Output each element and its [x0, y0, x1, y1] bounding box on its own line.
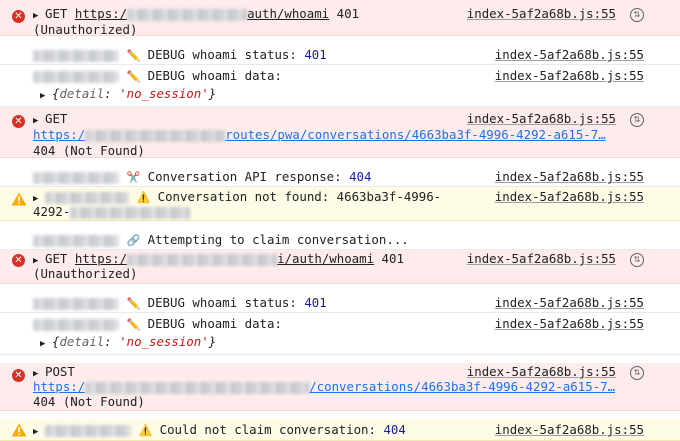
redacted-text — [33, 297, 119, 310]
console-entry-warning[interactable]: ▶ ⚠️ Conversation not found: 4663ba3f-49… — [0, 187, 680, 221]
redacted-text — [127, 8, 248, 21]
request-url[interactable]: https:/i/auth/whoami — [75, 251, 374, 266]
console-log: ✕ ▶ GET https:/auth/whoami 401 (Unauthori… — [0, 0, 680, 441]
error-circle-icon: ✕ — [12, 369, 25, 382]
status-text: (Unauthorized) — [33, 22, 138, 37]
console-entry-error[interactable]: ✕ ▶ POST https://conversations/4663ba3f-4… — [0, 363, 680, 411]
console-entry-log[interactable]: ✏️ DEBUG whoami status: 401 index-5af2a6… — [0, 44, 680, 65]
source-link[interactable]: index-5af2a68b.js:55 — [467, 251, 616, 267]
redacted-text — [127, 253, 278, 266]
status-text: 404 (Not Found) — [33, 394, 145, 409]
error-circle-icon: ✕ — [12, 10, 25, 23]
object-preview[interactable]: ▶ {detail: 'no_session'} — [40, 86, 216, 104]
console-entry-error[interactable]: ✕ ▶ GET https:/auth/whoami 401 (Unauthori… — [0, 0, 680, 37]
source-link[interactable]: index-5af2a68b.js:55 — [495, 169, 644, 185]
source-link[interactable]: index-5af2a68b.js:55 — [495, 295, 644, 311]
request-url[interactable]: https:/auth/whoami — [75, 6, 329, 21]
request-url[interactable]: https:/routes/pwa/conversations/4663ba3f… — [33, 127, 606, 142]
warning-triangle-icon — [11, 192, 27, 206]
status-text: (Unauthorized) — [33, 266, 138, 281]
pencil-icon: ✏️ — [126, 318, 141, 331]
console-entry-log[interactable]: ✏️ DEBUG whoami data: ▶ {detail: 'no_sess… — [0, 65, 680, 107]
status-code: 401 — [336, 6, 359, 21]
console-entry-log[interactable]: 🔗 Attempting to claim conversation... — [0, 229, 680, 250]
redacted-text — [33, 318, 119, 331]
error-circle-icon: ✕ — [12, 115, 25, 128]
warning-triangle-icon — [11, 423, 27, 437]
request-method: GET — [45, 111, 68, 126]
status-text: 404 (Not Found) — [33, 143, 145, 158]
console-entry-error[interactable]: ✕ ▶ GET https:/routes/pwa/conversations/4… — [0, 107, 680, 158]
source-link[interactable]: index-5af2a68b.js:55 — [467, 111, 616, 127]
log-message: Could not claim conversation: — [159, 422, 376, 437]
log-message-continued: 4292- — [33, 204, 71, 219]
log-message: DEBUG whoami data: — [147, 68, 282, 83]
redacted-text — [33, 70, 119, 83]
expand-triangle-icon[interactable]: ▶ — [33, 424, 45, 440]
redacted-text — [70, 206, 191, 219]
redacted-text — [33, 171, 119, 184]
warning-emoji-icon: ⚠️ — [138, 424, 153, 437]
log-value: 401 — [304, 47, 327, 62]
source-link[interactable]: index-5af2a68b.js:55 — [495, 47, 644, 63]
console-entry-log[interactable]: ✏️ DEBUG whoami data: ▶ {detail: 'no_sess… — [0, 313, 680, 355]
source-link[interactable]: index-5af2a68b.js:55 — [495, 316, 644, 332]
source-link[interactable]: index-5af2a68b.js:55 — [467, 6, 616, 22]
log-message: Attempting to claim conversation... — [147, 232, 409, 247]
redacted-text — [85, 381, 310, 394]
console-entry-error[interactable]: ✕ ▶ GET https:/i/auth/whoami 401 (Unautho… — [0, 250, 680, 284]
source-link[interactable]: index-5af2a68b.js:55 — [495, 422, 644, 438]
log-message: DEBUG whoami status: — [147, 295, 297, 310]
object-preview[interactable]: ▶ {detail: 'no_session'} — [40, 334, 216, 352]
request-method: GET — [45, 6, 68, 21]
request-method: POST — [45, 364, 75, 379]
redacted-text — [45, 424, 131, 437]
pencil-icon: ✏️ — [126, 70, 141, 83]
scissors-icon: ✂️ — [126, 171, 141, 184]
network-request-icon[interactable]: ⇅ — [630, 366, 644, 380]
expand-triangle-icon[interactable]: ▶ — [40, 336, 52, 352]
network-request-icon[interactable]: ⇅ — [630, 113, 644, 127]
request-url[interactable]: https://conversations/4663ba3f-4996-4292… — [33, 379, 615, 394]
expand-triangle-icon[interactable]: ▶ — [40, 88, 52, 104]
redacted-text — [85, 129, 226, 142]
warning-emoji-icon: ⚠️ — [136, 191, 151, 204]
request-method: GET — [45, 251, 68, 266]
pencil-icon: ✏️ — [126, 49, 141, 62]
log-message: Conversation API response: — [147, 169, 342, 184]
log-message: Conversation not found: 4663ba3f-4996- — [157, 189, 442, 204]
console-entry-log[interactable]: ✂️ Conversation API response: 404 index-… — [0, 166, 680, 187]
source-link[interactable]: index-5af2a68b.js:55 — [467, 364, 616, 380]
redacted-text — [33, 49, 119, 62]
error-circle-icon: ✕ — [12, 254, 25, 267]
console-entry-log[interactable]: ✏️ DEBUG whoami status: 401 index-5af2a6… — [0, 292, 680, 313]
console-entry-warning[interactable]: ▶ ⚠️ Could not claim conversation: 404 i… — [0, 419, 680, 441]
redacted-text — [33, 234, 119, 247]
link-icon: 🔗 — [126, 234, 141, 247]
log-value: 404 — [383, 422, 406, 437]
network-request-icon[interactable]: ⇅ — [630, 253, 644, 267]
log-message: DEBUG whoami status: — [147, 47, 297, 62]
log-value: 401 — [304, 295, 327, 310]
network-request-icon[interactable]: ⇅ — [630, 8, 644, 22]
source-link[interactable]: index-5af2a68b.js:55 — [495, 68, 644, 84]
pencil-icon: ✏️ — [126, 297, 141, 310]
source-link[interactable]: index-5af2a68b.js:55 — [495, 189, 644, 205]
status-code: 401 — [381, 251, 404, 266]
log-message: DEBUG whoami data: — [147, 316, 282, 331]
log-value: 404 — [349, 169, 372, 184]
redacted-text — [45, 191, 129, 204]
